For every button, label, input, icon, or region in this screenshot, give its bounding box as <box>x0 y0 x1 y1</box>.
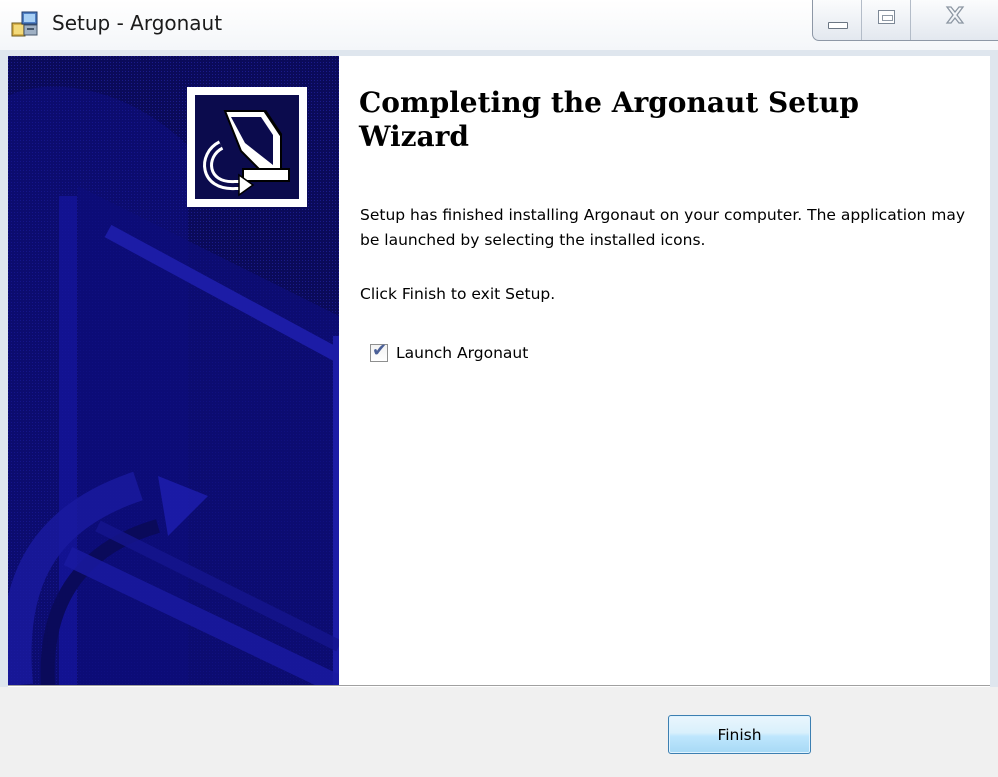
page-title: Completing the Argonaut Setup Wizard <box>359 86 859 153</box>
window-title: Setup - Argonaut <box>52 11 223 35</box>
launch-checkbox-label[interactable]: Launch Argonaut <box>396 344 528 362</box>
window-frame-right <box>990 50 998 687</box>
checkmark-icon: ✔ <box>372 340 388 361</box>
window-frame-left <box>0 50 8 687</box>
launch-checkbox[interactable]: ✔ <box>370 340 388 362</box>
minimize-icon <box>828 22 848 29</box>
setup-window: Setup - Argonaut Completing the Argonaut… <box>0 0 998 777</box>
installer-computer-icon <box>187 87 307 207</box>
wizard-content: Completing the Argonaut Setup Wizard Set… <box>339 56 990 685</box>
title-bar[interactable]: Setup - Argonaut <box>0 0 998 50</box>
finish-button[interactable]: Finish <box>668 715 811 754</box>
close-icon <box>945 6 965 24</box>
finish-instruction: Click Finish to exit Setup. <box>360 285 556 303</box>
minimize-button[interactable] <box>813 0 862 40</box>
close-button[interactable] <box>911 0 998 40</box>
setup-app-icon <box>11 11 38 37</box>
caption-buttons <box>812 0 998 41</box>
maximize-icon <box>878 10 895 24</box>
wizard-footer: Finish <box>0 687 998 777</box>
launch-checkbox-row[interactable]: ✔ Launch Argonaut <box>370 340 528 365</box>
maximize-button[interactable] <box>862 0 911 40</box>
wizard-side-banner <box>8 56 339 685</box>
completion-description: Setup has finished installing Argonaut o… <box>360 206 966 249</box>
